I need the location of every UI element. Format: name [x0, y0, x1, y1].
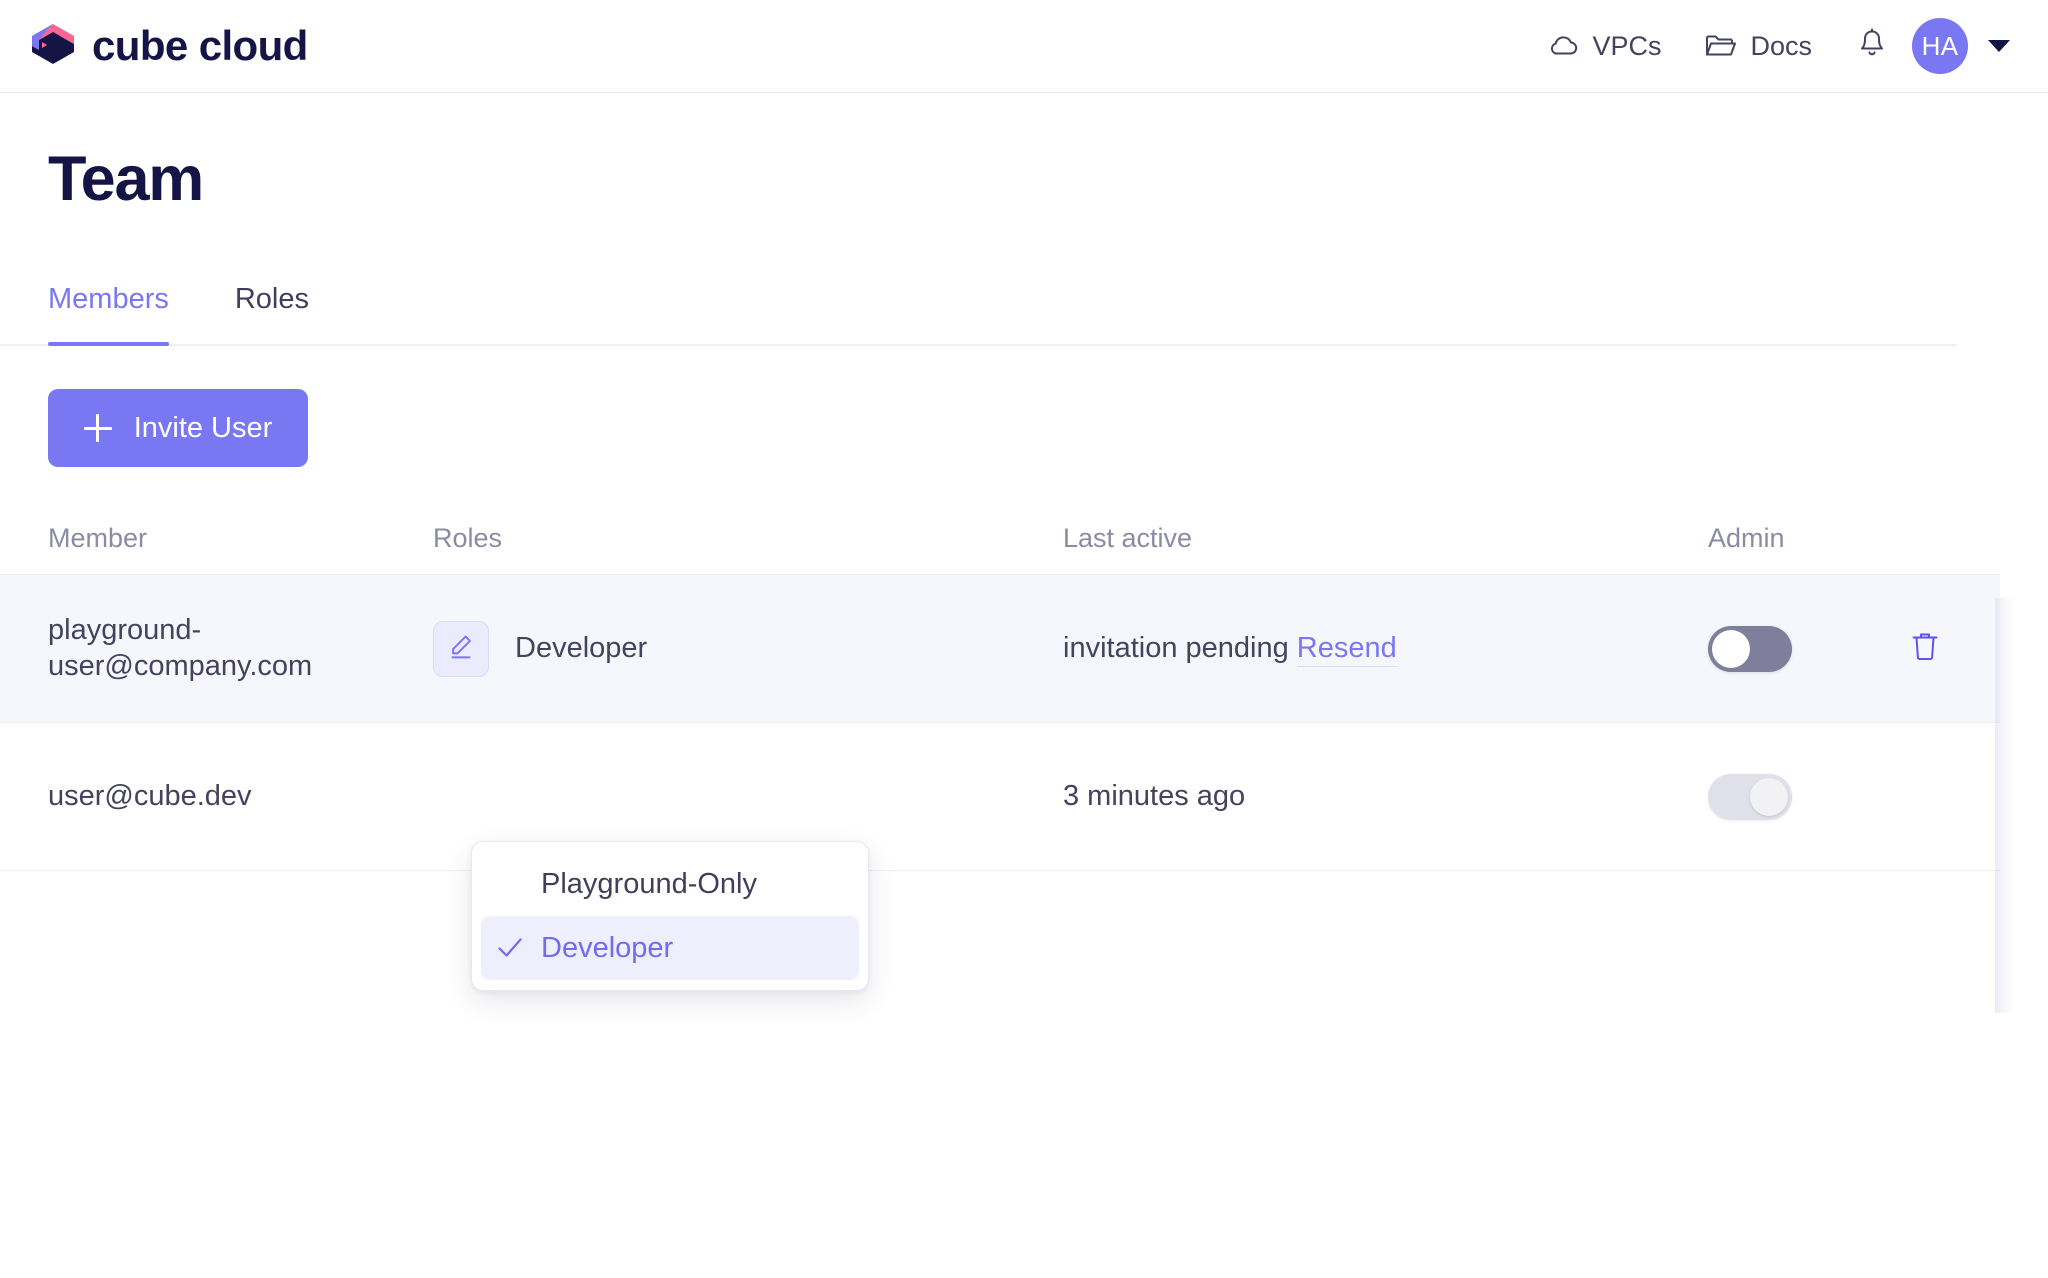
folder-icon	[1705, 33, 1737, 59]
nav-item-vpcs[interactable]: VPCs	[1525, 31, 1683, 62]
avatar[interactable]: HA	[1912, 18, 1968, 74]
trash-icon	[1909, 629, 1941, 668]
nav-item-vpcs-label: VPCs	[1592, 30, 1662, 61]
nav-item-docs-label: Docs	[1750, 30, 1812, 61]
member-cell: user@cube.dev	[48, 779, 433, 814]
tab-members-label: Members	[48, 283, 169, 315]
column-header-roles: Roles	[433, 523, 503, 553]
admin-toggle[interactable]	[1708, 773, 1792, 820]
chevron-down-icon[interactable]	[1988, 40, 2010, 52]
roles-cell: Developer	[433, 780, 1063, 813]
page-content: Team Members Roles Invite User Member Ro…	[0, 143, 2048, 1013]
last-active-value: 3 minutes ago	[1063, 780, 1246, 812]
admin-cell	[1708, 773, 1898, 820]
roles-cell: Developer	[433, 620, 1063, 677]
row-actions-cell	[1898, 622, 1998, 676]
pencil-icon	[446, 631, 476, 666]
column-header-admin: Admin	[1708, 523, 1785, 553]
member-cell: playground-user@company.com	[48, 613, 433, 684]
last-active-cell: 3 minutes ago	[1063, 780, 1708, 813]
resend-invitation-link[interactable]: Resend	[1296, 632, 1397, 667]
admin-toggle-knob	[1750, 777, 1788, 816]
table-row[interactable]: playground-user@company.com Developer in…	[0, 575, 2000, 723]
delete-member-button[interactable]	[1898, 622, 1952, 676]
tab-members[interactable]: Members	[48, 283, 169, 346]
member-email: user@cube.dev	[48, 779, 252, 812]
role-option-playground-only[interactable]: Playground-Only	[481, 852, 859, 916]
admin-toggle-knob	[1712, 629, 1750, 668]
role-option-label: Developer	[541, 931, 674, 964]
role-name: Developer	[515, 632, 648, 664]
role-option-developer[interactable]: Developer	[481, 916, 859, 980]
cloud-icon	[1547, 34, 1579, 58]
cube-logo-icon	[32, 24, 74, 64]
bell-icon	[1858, 28, 1886, 65]
admin-cell	[1708, 625, 1898, 672]
tab-roles-label: Roles	[234, 283, 310, 315]
invite-user-label: Invite User	[133, 411, 273, 444]
notifications-button[interactable]	[1834, 28, 1912, 65]
table-row[interactable]: user@cube.dev Developer 3 minutes ago	[0, 723, 2000, 871]
page-title: Team	[48, 144, 204, 214]
tab-bar: Members Roles	[0, 283, 1957, 346]
member-email: playground-user@company.com	[48, 614, 313, 682]
brand-name: cube cloud	[92, 22, 308, 69]
role-option-label: Playground-Only	[541, 867, 757, 900]
check-icon	[497, 937, 523, 959]
plus-icon	[83, 414, 112, 442]
role-dropdown-menu: Playground-Only Developer	[471, 841, 869, 991]
tab-roles[interactable]: Roles	[235, 283, 309, 344]
last-active-cell: invitation pending Resend	[1063, 632, 1708, 667]
invitation-status: invitation pending	[1063, 632, 1289, 664]
table-header-row: Member Roles Last active Admin	[0, 503, 2000, 575]
nav-item-docs[interactable]: Docs	[1683, 31, 1834, 62]
top-navigation-bar: cube cloud VPCs Docs HA	[0, 0, 2048, 93]
header-nav-right: VPCs Docs HA	[1525, 18, 2010, 74]
members-table: Member Roles Last active Admin playgroun…	[0, 503, 2000, 871]
column-header-last-active: Last active	[1063, 523, 1193, 553]
admin-toggle[interactable]	[1708, 625, 1792, 672]
column-header-member: Member	[48, 523, 148, 553]
invite-user-button[interactable]: Invite User	[48, 389, 308, 467]
brand-logo-link[interactable]: cube cloud	[30, 22, 308, 70]
edit-roles-button[interactable]	[433, 620, 489, 677]
